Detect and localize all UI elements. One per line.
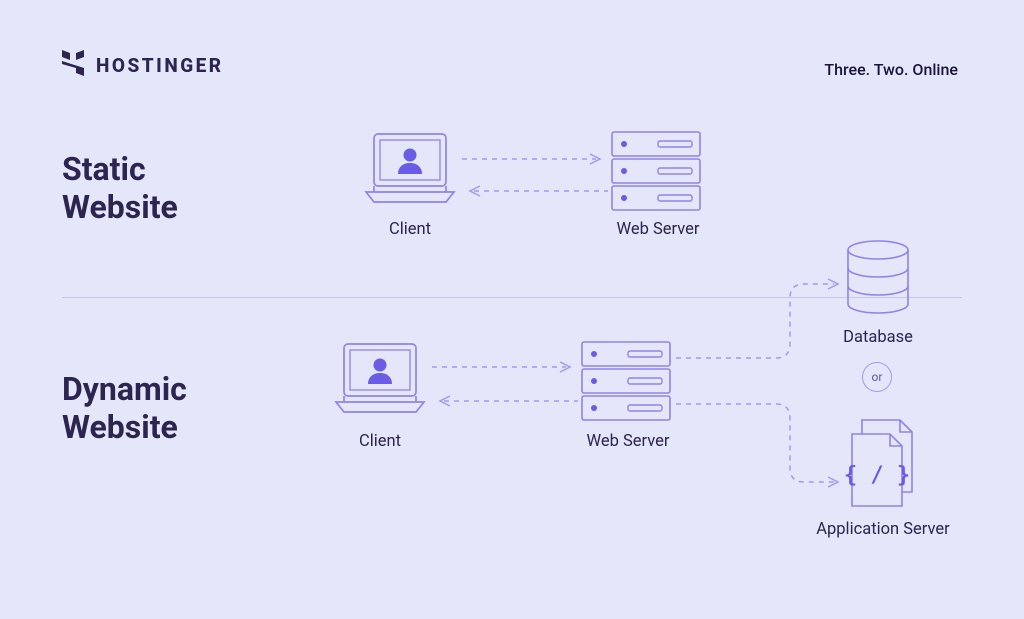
application-server-label: Application Server — [808, 520, 958, 539]
client-icon — [360, 130, 460, 210]
arrow-server-to-client-dynamic — [432, 392, 578, 411]
arrow-server-to-appserver — [676, 400, 846, 494]
web-server-icon-dynamic — [580, 340, 672, 422]
dynamic-title-line2: Website — [62, 408, 178, 446]
arrow-client-to-server-dynamic — [432, 358, 578, 377]
static-title-line1: Static — [62, 150, 146, 188]
dynamic-title-line1: Dynamic — [62, 370, 187, 408]
arrow-server-to-client-static — [462, 182, 608, 201]
or-text: or — [872, 370, 883, 384]
brand: HOSTINGER — [62, 50, 224, 80]
web-server-icon — [610, 130, 702, 212]
client-label-dynamic: Client — [350, 432, 410, 451]
database-label: Database — [832, 328, 924, 347]
arrow-server-to-database — [676, 280, 846, 364]
static-title-line2: Website — [62, 188, 178, 226]
arrow-client-to-server-static — [462, 150, 608, 169]
tagline: Three. Two. Online — [824, 60, 958, 79]
application-server-icon: { / } — [844, 418, 922, 512]
diagram-canvas: HOSTINGER Three. Two. Online Static Webs… — [0, 0, 1024, 619]
web-server-label-static: Web Server — [608, 220, 708, 239]
brand-name: HOSTINGER — [96, 54, 224, 77]
brand-logo-icon — [62, 50, 84, 80]
web-server-label-dynamic: Web Server — [578, 432, 678, 451]
section-divider — [62, 297, 962, 298]
or-connector: or — [862, 362, 892, 392]
section-title-dynamic: Dynamic Website — [62, 370, 187, 447]
svg-text:{ / }: { / } — [844, 463, 910, 488]
client-label-static: Client — [380, 220, 440, 239]
section-title-static: Static Website — [62, 150, 178, 227]
database-icon — [842, 240, 914, 320]
client-icon-dynamic — [330, 340, 430, 420]
